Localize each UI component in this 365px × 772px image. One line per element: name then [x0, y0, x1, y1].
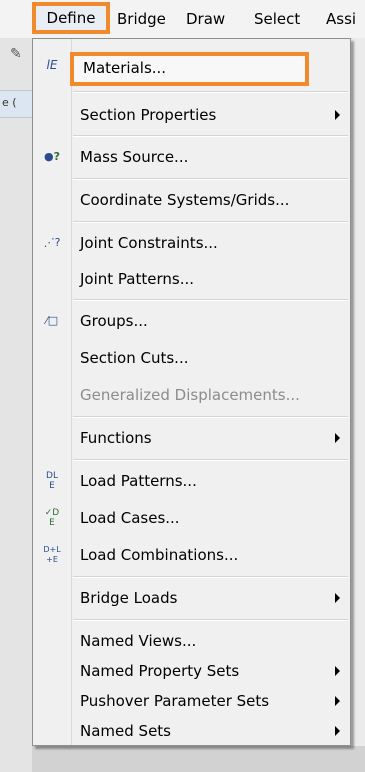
- submenu-arrow-icon: [335, 593, 340, 603]
- menu-bridge[interactable]: Bridge: [117, 6, 166, 32]
- menu-separator: [73, 178, 348, 180]
- menu-item-named-sets[interactable]: Named Sets: [33, 713, 350, 749]
- menu-separator: [73, 416, 348, 418]
- menu-item-label: Load Cases...: [80, 509, 180, 527]
- menu-item-label: Joint Patterns...: [80, 270, 195, 288]
- window-title-fragment: e (: [2, 96, 17, 109]
- menu-item-label: Joint Constraints...: [80, 234, 218, 252]
- joint-constraints-icon: ⋰?: [43, 236, 61, 249]
- define-menu-dropdown: Materials... ⅼE Section Properties ●? Ma…: [32, 38, 351, 746]
- menu-assign[interactable]: Assi: [326, 6, 356, 32]
- menu-separator: [73, 135, 348, 137]
- toolbar-tool-icon[interactable]: ✎: [10, 46, 22, 62]
- menu-item-label: Functions: [80, 429, 152, 447]
- menu-item-section-properties[interactable]: Section Properties: [33, 97, 350, 133]
- menu-item-label: Load Patterns...: [80, 472, 197, 490]
- menu-item-materials[interactable]: Materials...: [70, 52, 309, 86]
- groups-icon: ⁄□: [45, 314, 59, 327]
- menu-item-section-cuts[interactable]: Section Cuts...: [33, 340, 350, 376]
- menu-item-label: Section Cuts...: [80, 349, 189, 367]
- mass-source-icon: ●?: [44, 150, 60, 163]
- menu-item-label: Load Combinations...: [80, 546, 239, 564]
- menu-separator: [73, 619, 348, 621]
- submenu-arrow-icon: [335, 433, 340, 443]
- menu-item-coordinate-systems[interactable]: Coordinate Systems/Grids...: [33, 182, 350, 218]
- menu-item-label: Named Views...: [80, 632, 197, 650]
- background-window: [352, 38, 365, 746]
- menu-separator: [73, 221, 348, 223]
- menu-define[interactable]: Define: [32, 2, 110, 34]
- menu-item-load-combinations[interactable]: D+L +E Load Combinations...: [33, 537, 350, 573]
- menu-item-label: Section Properties: [80, 106, 217, 124]
- menu-item-load-patterns[interactable]: DL E Load Patterns...: [33, 463, 350, 499]
- menu-item-label: Groups...: [80, 312, 148, 330]
- menu-item-label: Named Property Sets: [80, 662, 240, 680]
- load-cases-icon: ✓D E: [44, 508, 60, 528]
- submenu-arrow-icon: [335, 726, 340, 736]
- menu-item-generalized-displacements: Generalized Displacements...: [33, 377, 350, 413]
- menu-item-label: Generalized Displacements...: [80, 386, 300, 404]
- left-toolbar-strip: ✎ e (: [0, 38, 33, 772]
- materials-icon: ⅼE: [46, 58, 58, 72]
- menu-item-load-cases[interactable]: ✓D E Load Cases...: [33, 500, 350, 536]
- menu-item-bridge-loads[interactable]: Bridge Loads: [33, 580, 350, 616]
- menu-separator: [73, 576, 348, 578]
- menu-item-label: Named Sets: [80, 722, 171, 740]
- submenu-arrow-icon: [335, 696, 340, 706]
- menu-item-label: Coordinate Systems/Grids...: [80, 191, 290, 209]
- menu-item-label: Bridge Loads: [80, 589, 178, 607]
- menu-item-groups[interactable]: ⁄□ Groups...: [33, 303, 350, 339]
- menu-item-mass-source[interactable]: ●? Mass Source...: [33, 139, 350, 175]
- menu-select[interactable]: Select: [254, 6, 300, 32]
- menu-item-functions[interactable]: Functions: [33, 420, 350, 456]
- menu-separator: [73, 91, 348, 93]
- menu-item-label: Materials...: [83, 59, 167, 77]
- status-area: [32, 746, 365, 772]
- menu-separator: [73, 459, 348, 461]
- submenu-arrow-icon: [335, 666, 340, 676]
- menu-item-label: Mass Source...: [80, 148, 189, 166]
- menu-item-joint-patterns[interactable]: Joint Patterns...: [33, 261, 350, 297]
- menu-separator: [73, 299, 348, 301]
- menu-item-joint-constraints[interactable]: ⋰? Joint Constraints...: [33, 225, 350, 261]
- menu-bar: Define Bridge Draw Select Assi: [0, 0, 365, 39]
- menu-item-label: Pushover Parameter Sets: [80, 692, 270, 710]
- menu-draw[interactable]: Draw: [186, 6, 225, 32]
- load-combinations-icon: D+L +E: [43, 545, 61, 564]
- submenu-arrow-icon: [335, 110, 340, 120]
- load-patterns-icon: DL E: [46, 471, 58, 491]
